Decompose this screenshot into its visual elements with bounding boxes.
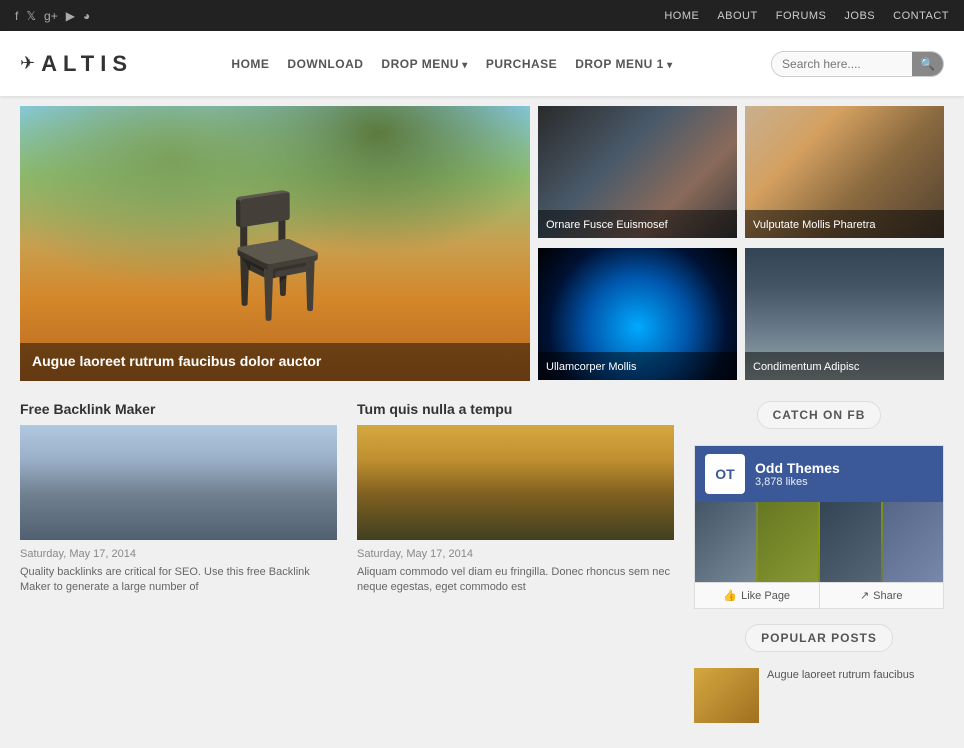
- post-2-date: Saturday, May 17, 2014: [357, 548, 674, 560]
- facebook-like-button[interactable]: 👍 Like Page: [695, 583, 820, 608]
- post-1-title[interactable]: Free Backlink Maker: [20, 401, 337, 417]
- facebook-widget: CATCH ON FB OT Odd Themes 3,878 likes: [694, 401, 944, 609]
- hero-thumb-2-text: Vulputate Mollis Pharetra: [753, 219, 876, 231]
- hero-section: Augue laoreet rutrum faucibus dolor auct…: [20, 106, 944, 381]
- fb-like-label: Like Page: [741, 590, 790, 602]
- hero-thumb-1[interactable]: Ornare Fusce Euismosef: [538, 106, 737, 238]
- post-1-date: Saturday, May 17, 2014: [20, 548, 337, 560]
- top-nav-home[interactable]: HOME: [664, 10, 699, 22]
- search-button[interactable]: 🔍: [912, 52, 943, 76]
- popular-post-text-1: Augue laoreet rutrum faucibus: [767, 668, 914, 723]
- facebook-logo: OT: [705, 454, 745, 494]
- fb-share-label: Share: [873, 590, 902, 602]
- hero-thumb-1-text: Ornare Fusce Euismosef: [546, 219, 668, 231]
- popular-post-thumb-1[interactable]: [694, 668, 759, 723]
- fb-share-icon: ↗: [860, 589, 869, 602]
- facebook-header: OT Odd Themes 3,878 likes: [695, 446, 943, 502]
- hero-thumb-2-caption: Vulputate Mollis Pharetra: [745, 210, 944, 238]
- facebook-likes-count: 3,878 likes: [755, 476, 840, 488]
- hero-thumb-1-caption: Ornare Fusce Euismosef: [538, 210, 737, 238]
- logo[interactable]: ✈ ALTIS: [20, 51, 133, 77]
- menu-purchase[interactable]: PURCHASE: [486, 57, 557, 71]
- facebook-info: Odd Themes 3,878 likes: [755, 460, 840, 488]
- facebook-page-name: Odd Themes: [755, 460, 840, 476]
- logo-icon: ✈: [20, 53, 35, 74]
- hero-main-caption-text: Augue laoreet rutrum faucibus dolor auct…: [32, 353, 321, 369]
- menu-home[interactable]: HOME: [231, 57, 269, 71]
- menu-download[interactable]: DOWNLOAD: [287, 57, 363, 71]
- fb-like-icon: 👍: [723, 589, 737, 602]
- content: Augue laoreet rutrum faucibus dolor auct…: [0, 96, 964, 748]
- post-2-thumbnail[interactable]: [357, 425, 674, 540]
- hero-main[interactable]: Augue laoreet rutrum faucibus dolor auct…: [20, 106, 530, 381]
- googleplus-icon[interactable]: g+: [44, 9, 58, 23]
- youtube-icon[interactable]: ▶: [66, 9, 75, 23]
- hero-thumb-4[interactable]: Condimentum Adipisc: [745, 248, 944, 380]
- menu-dropmenu[interactable]: DROP MENU: [381, 57, 467, 71]
- hero-thumb-3-caption: Ullamcorper Mollis: [538, 352, 737, 380]
- facebook-share-button[interactable]: ↗ Share: [820, 583, 944, 608]
- rss-icon[interactable]: ◕: [83, 9, 90, 23]
- top-nav-contact[interactable]: CONTACT: [893, 10, 949, 22]
- fb-img-1: [695, 502, 756, 582]
- full-section: Free Backlink Maker Saturday, May 17, 20…: [20, 401, 944, 738]
- post-1-excerpt: Quality backlinks are critical for SEO. …: [20, 565, 337, 596]
- hero-thumb-3[interactable]: Ullamcorper Mollis: [538, 248, 737, 380]
- fb-img-4: [883, 502, 944, 582]
- post-card-2: Tum quis nulla a tempu Saturday, May 17,…: [357, 401, 674, 596]
- search-bar: 🔍: [771, 51, 944, 77]
- main-menu: HOME DOWNLOAD DROP MENU PURCHASE DROP ME…: [231, 57, 672, 71]
- top-nav-about[interactable]: ABOUT: [717, 10, 757, 22]
- facebook-icon[interactable]: f: [15, 9, 18, 23]
- hero-thumb-4-text: Condimentum Adipisc: [753, 361, 859, 373]
- search-input[interactable]: [772, 53, 912, 75]
- facebook-widget-title: CATCH ON FB: [757, 401, 882, 429]
- hero-thumb-2[interactable]: Vulputate Mollis Pharetra: [745, 106, 944, 238]
- post-1-thumbnail[interactable]: [20, 425, 337, 540]
- main-nav: ✈ ALTIS HOME DOWNLOAD DROP MENU PURCHASE…: [0, 31, 964, 96]
- post-2-excerpt: Aliquam commodo vel diam eu fringilla. D…: [357, 565, 674, 596]
- logo-text: ALTIS: [41, 51, 133, 77]
- post-2-title[interactable]: Tum quis nulla a tempu: [357, 401, 674, 417]
- hero-thumb-3-text: Ullamcorper Mollis: [546, 361, 636, 373]
- hero-main-image: [20, 106, 530, 381]
- menu-dropmenu1[interactable]: DROP MENU 1: [575, 57, 672, 71]
- hero-grid: Ornare Fusce Euismosef Vulputate Mollis …: [538, 106, 944, 381]
- facebook-widget-body: OT Odd Themes 3,878 likes: [694, 445, 944, 609]
- hero-thumb-4-caption: Condimentum Adipisc: [745, 352, 944, 380]
- hero-main-caption: Augue laoreet rutrum faucibus dolor auct…: [20, 343, 530, 381]
- social-icons: f 𝕏 g+ ▶ ◕: [15, 9, 90, 23]
- posts-list: Free Backlink Maker Saturday, May 17, 20…: [20, 401, 674, 596]
- top-nav-forums[interactable]: FORUMS: [776, 10, 827, 22]
- popular-posts-title: POPULAR POSTS: [745, 624, 893, 652]
- twitter-icon[interactable]: 𝕏: [26, 9, 36, 23]
- top-nav: HOME ABOUT FORUMS JOBS CONTACT: [664, 10, 949, 22]
- popular-post-item-1: Augue laoreet rutrum faucibus: [694, 668, 944, 723]
- posts-area: Free Backlink Maker Saturday, May 17, 20…: [20, 401, 674, 738]
- fb-img-2: [758, 502, 819, 582]
- fb-img-3: [820, 502, 881, 582]
- sidebar: CATCH ON FB OT Odd Themes 3,878 likes: [694, 401, 944, 738]
- post-card-1: Free Backlink Maker Saturday, May 17, 20…: [20, 401, 337, 596]
- facebook-cover-image: [695, 502, 943, 582]
- top-bar: f 𝕏 g+ ▶ ◕ HOME ABOUT FORUMS JOBS CONTAC…: [0, 0, 964, 31]
- facebook-actions: 👍 Like Page ↗ Share: [695, 582, 943, 608]
- popular-posts-widget: POPULAR POSTS Augue laoreet rutrum fauci…: [694, 624, 944, 723]
- top-nav-jobs[interactable]: JOBS: [844, 10, 875, 22]
